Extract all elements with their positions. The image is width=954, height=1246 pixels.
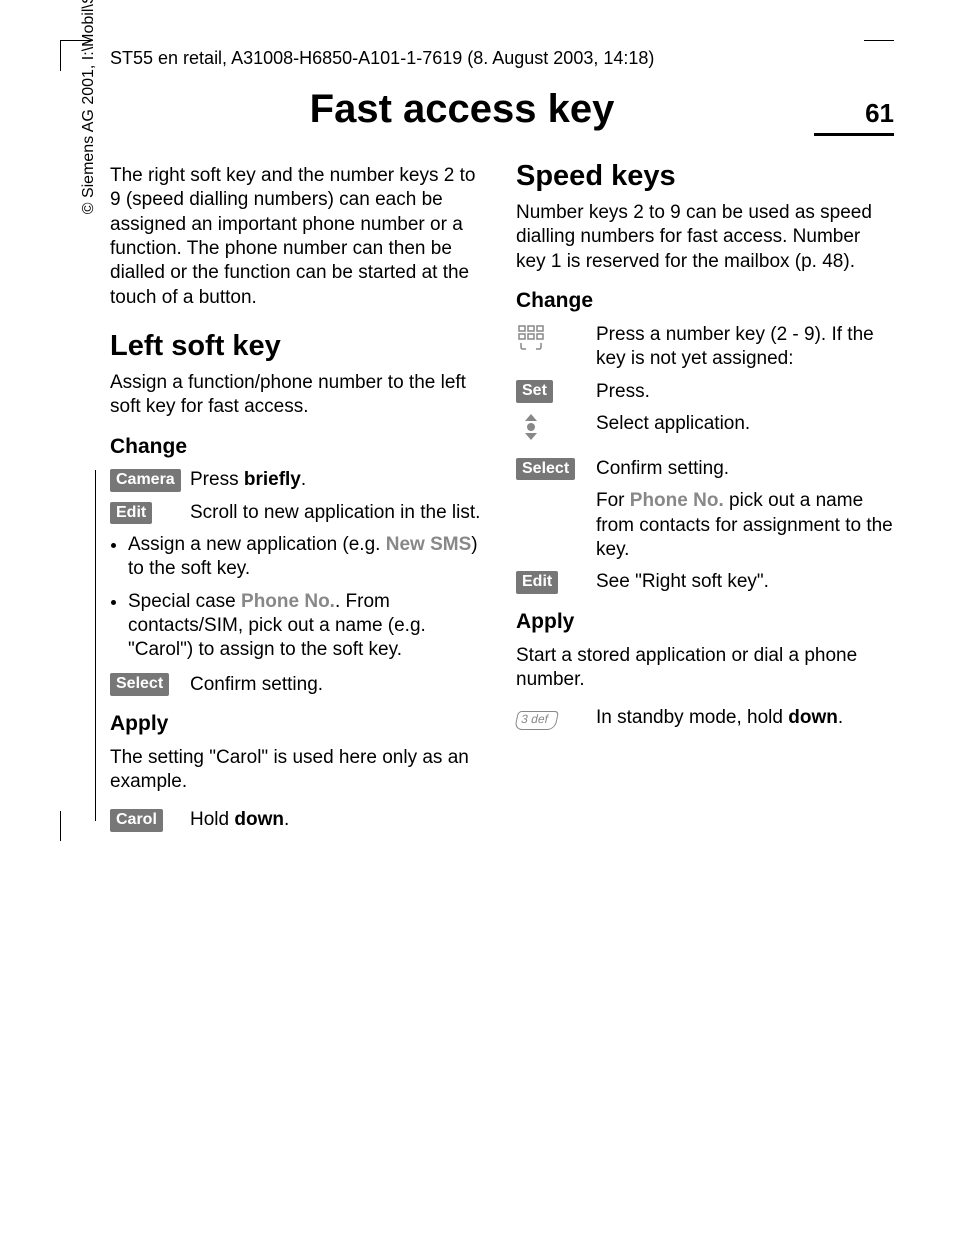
phoneno-gray: Phone No. <box>630 490 724 511</box>
row-phoneno: For Phone No. pick out a name from conta… <box>516 489 894 562</box>
carol-text-pre: Hold <box>190 809 234 830</box>
apply-text-right: Start a stored application or dial a pho… <box>516 644 894 693</box>
key3-pre: In standby mode, hold <box>596 707 788 728</box>
key3-bold: down <box>788 707 838 728</box>
row-numpad: Press a number key (2 - 9). If the key i… <box>516 323 894 372</box>
apply-heading-right: Apply <box>516 609 894 636</box>
row-edit-left: Edit Scroll to new application in the li… <box>110 501 488 525</box>
crop-mark-bl <box>60 811 91 841</box>
camera-text-post: . <box>301 469 306 490</box>
page-title: Fast access key <box>110 87 814 132</box>
row-carol: Carol Hold down. <box>110 808 488 832</box>
carol-text: Hold down. <box>190 808 488 832</box>
row-set: Set Press. <box>516 380 894 404</box>
speed-keys-desc: Number keys 2 to 9 can be used as speed … <box>516 201 894 274</box>
nav-text: Select application. <box>596 412 894 436</box>
side-copyright: © Siemens AG 2001, I:\Mobil\ST55\ST55_re… <box>80 0 98 460</box>
row-nav: Select application. <box>516 412 894 449</box>
select-button-right: Select <box>516 458 575 480</box>
side-rule <box>95 470 96 821</box>
select-text-left: Confirm setting. <box>190 673 488 697</box>
edit-text-left: Scroll to new application in the list. <box>190 501 488 525</box>
intro-text: The right soft key and the number keys 2… <box>110 164 488 310</box>
select-text-right: Confirm setting. <box>596 457 894 481</box>
numpad-text: Press a number key (2 - 9). If the key i… <box>596 323 894 372</box>
bullet2-a: Special case <box>128 591 241 612</box>
nav-updown-icon <box>516 412 546 442</box>
set-button: Set <box>516 380 553 402</box>
row-select-left: Select Confirm setting. <box>110 673 488 697</box>
carol-button: Carol <box>110 809 163 831</box>
edit-button-right: Edit <box>516 571 558 593</box>
edit-text-right: See "Right soft key". <box>596 570 894 594</box>
bullet2-gray: Phone No. <box>241 591 335 612</box>
camera-text-pre: Press <box>190 469 244 490</box>
row-camera: Camera Press briefly. <box>110 468 488 492</box>
numpad-icon <box>516 323 546 353</box>
doc-header: ST55 en retail, A31008-H6850-A101-1-7619… <box>110 48 894 69</box>
phoneno-text: For Phone No. pick out a name from conta… <box>596 489 894 562</box>
right-column: Speed keys Number keys 2 to 9 can be use… <box>516 158 894 841</box>
key-3def-icon: 3 def <box>514 711 559 730</box>
key3-text: In standby mode, hold down. <box>596 706 894 730</box>
left-soft-key-desc: Assign a function/phone number to the le… <box>110 371 488 420</box>
change-heading-right: Change <box>516 288 894 315</box>
camera-text-bold: briefly <box>244 469 301 490</box>
set-text: Press. <box>596 380 894 404</box>
edit-button-left: Edit <box>110 502 152 524</box>
bullet1-a: Assign a new application (e.g. <box>128 534 386 555</box>
select-button-left: Select <box>110 673 169 695</box>
camera-button: Camera <box>110 469 181 491</box>
camera-text: Press briefly. <box>190 468 488 492</box>
left-soft-key-heading: Left soft key <box>110 328 488 365</box>
key3-post: . <box>838 707 843 728</box>
crop-mark-tr <box>864 40 894 71</box>
carol-text-post: . <box>284 809 289 830</box>
bullet1-gray: New SMS <box>386 534 472 555</box>
left-column: The right soft key and the number keys 2… <box>110 158 488 841</box>
phoneno-a: For <box>596 490 630 511</box>
row-select-right: Select Confirm setting. <box>516 457 894 481</box>
bullet-new-sms: Assign a new application (e.g. New SMS) … <box>128 533 488 582</box>
row-key3: 3 def In standby mode, hold down. <box>516 706 894 730</box>
page-number: 61 <box>814 98 894 136</box>
carol-text-bold: down <box>234 809 284 830</box>
bullet-phone-no: Special case Phone No.. From contacts/SI… <box>128 590 488 663</box>
change-heading-left: Change <box>110 434 488 461</box>
row-edit-right: Edit See "Right soft key". <box>516 570 894 594</box>
apply-text-left: The setting "Carol" is used here only as… <box>110 746 488 795</box>
bullet-list: Assign a new application (e.g. New SMS) … <box>110 533 488 663</box>
apply-heading-left: Apply <box>110 711 488 738</box>
speed-keys-heading: Speed keys <box>516 158 894 195</box>
